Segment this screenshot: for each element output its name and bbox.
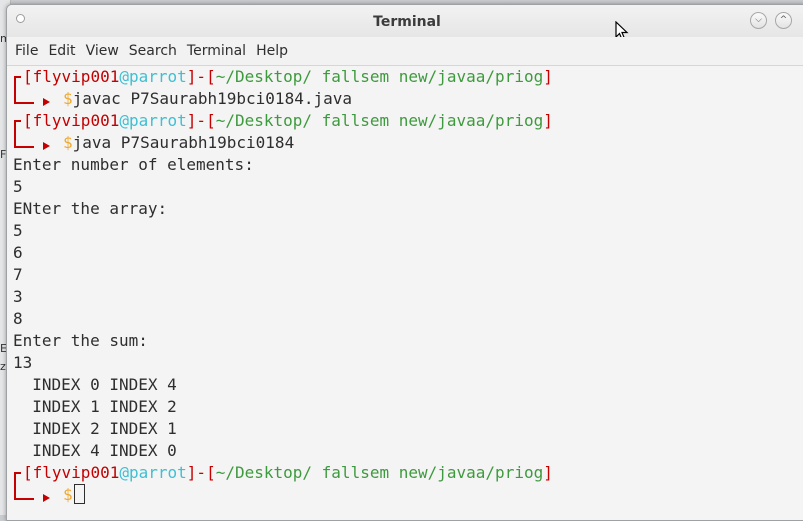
menu-file[interactable]: File — [11, 37, 42, 65]
output-line: Enter the sum: — [13, 331, 148, 350]
menu-view[interactable]: View — [82, 37, 123, 65]
menu-search[interactable]: Search — [125, 37, 181, 65]
terminal-window: Terminal ⌵ ^ File Edit View Search Termi… — [6, 4, 803, 521]
terminal-output[interactable]: [flyvip001@parrot]-[~/Desktop/ fallsem n… — [7, 66, 803, 520]
prompt-arrow-icon — [43, 142, 50, 150]
output-line: INDEX 4 INDEX 0 — [13, 441, 177, 460]
output-line: 3 — [13, 287, 23, 306]
prompt-arrow-icon — [43, 494, 50, 502]
title-bar[interactable]: Terminal ⌵ ^ — [7, 5, 803, 37]
background-text-fragment: z — [0, 360, 6, 373]
output-line: 7 — [13, 265, 23, 284]
menu-help[interactable]: Help — [252, 37, 292, 65]
output-line: 5 — [13, 177, 23, 196]
maximize-button[interactable]: ^ — [775, 12, 792, 29]
prompt-line: [flyvip001@parrot]-[~/Desktop/ fallsem n… — [23, 111, 553, 130]
menu-edit[interactable]: Edit — [44, 37, 79, 65]
output-line: INDEX 0 INDEX 4 — [13, 375, 177, 394]
output-line: ENter the array: — [13, 199, 168, 218]
minimize-button[interactable]: ⌵ — [750, 12, 767, 29]
chevron-down-icon: ⌵ — [755, 15, 762, 25]
text-cursor — [73, 484, 85, 504]
output-line: 13 — [13, 353, 33, 372]
output-line: Enter number of elements: — [13, 155, 254, 174]
menu-bar: File Edit View Search Terminal Help — [7, 37, 803, 66]
command-line: $javac P7Saurabh19bci0184.java — [63, 89, 352, 108]
output-line: INDEX 1 INDEX 2 — [13, 397, 177, 416]
chevron-up-icon: ^ — [779, 15, 788, 25]
output-line: 6 — [13, 243, 23, 262]
prompt-arrow-icon — [43, 98, 50, 106]
command-line: $java P7Saurabh19bci0184 — [63, 133, 295, 152]
prompt-line: [flyvip001@parrot]-[~/Desktop/ fallsem n… — [23, 463, 553, 482]
prompt-line: [flyvip001@parrot]-[~/Desktop/ fallsem n… — [23, 67, 553, 86]
output-line: 5 — [13, 221, 23, 240]
command-text: java P7Saurabh19bci0184 — [72, 133, 295, 152]
output-line: 8 — [13, 309, 23, 328]
command-input-line[interactable]: $ — [63, 484, 85, 506]
window-title: Terminal — [373, 14, 441, 30]
output-line: INDEX 2 INDEX 1 — [13, 419, 177, 438]
command-text: javac P7Saurabh19bci0184.java — [72, 89, 352, 108]
menu-terminal[interactable]: Terminal — [183, 37, 250, 65]
